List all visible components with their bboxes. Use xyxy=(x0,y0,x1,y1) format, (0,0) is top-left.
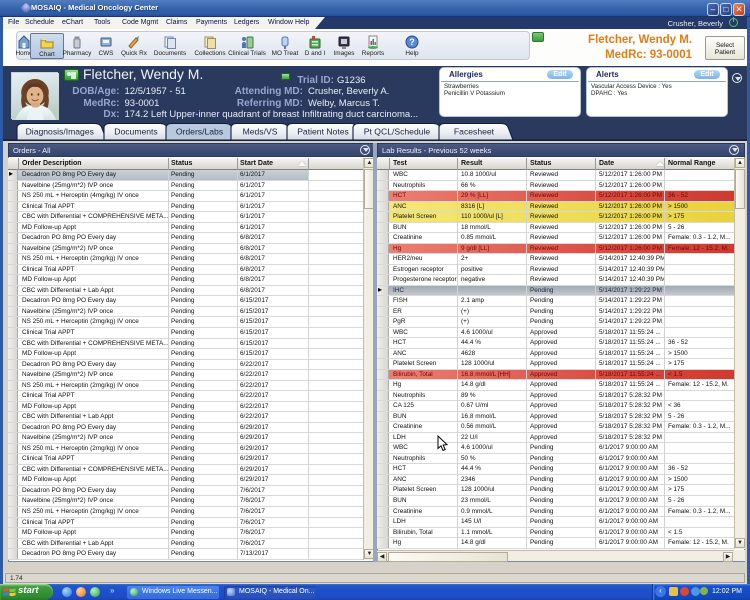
svg-text:Diagnosis/Images: Diagnosis/Images xyxy=(26,127,94,137)
svg-text:Patient Notes: Patient Notes xyxy=(297,127,349,137)
svg-text:Meds/VS: Meds/VS xyxy=(243,127,278,137)
svg-text:Documents: Documents xyxy=(114,127,157,137)
svg-text:?: ? xyxy=(409,37,415,47)
svg-text:Facesheet: Facesheet xyxy=(454,127,495,137)
svg-text:Pt QCL/Schedule: Pt QCL/Schedule xyxy=(364,127,431,137)
svg-text:Orders/Labs: Orders/Labs xyxy=(176,127,223,137)
